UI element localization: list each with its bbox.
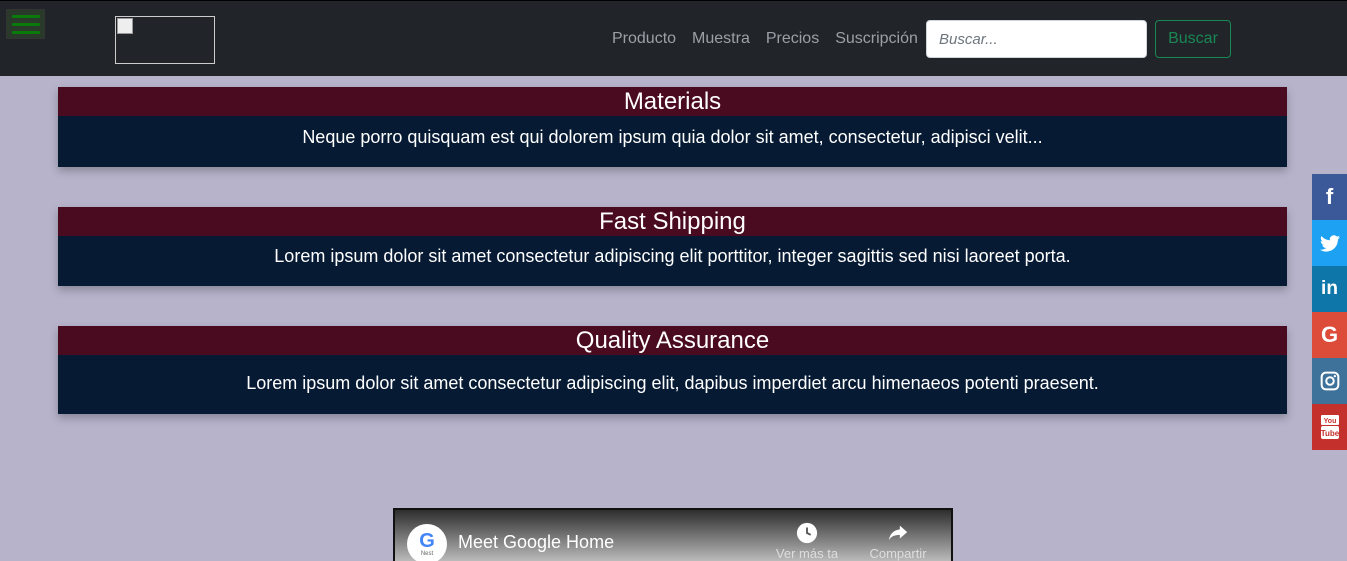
search-input[interactable]: [926, 20, 1147, 58]
feature-card-quality-assurance: Quality Assurance Lorem ipsum dolor sit …: [58, 326, 1287, 414]
nav-links: Producto Muestra Precios Suscripción: [612, 29, 918, 49]
social-sidebar: f in G You Tube: [1312, 174, 1347, 450]
hamburger-menu-button[interactable]: [6, 9, 45, 39]
svg-text:Tube: Tube: [1320, 429, 1339, 438]
video-title[interactable]: Meet Google Home: [458, 532, 614, 553]
instagram-icon[interactable]: [1312, 358, 1347, 404]
facebook-icon[interactable]: f: [1312, 174, 1347, 220]
navbar: Producto Muestra Precios Suscripción Bus…: [0, 0, 1347, 76]
channel-avatar[interactable]: G Nest: [407, 524, 447, 561]
hamburger-icon-line: [11, 22, 40, 26]
share-icon: [888, 525, 908, 541]
feature-text: Neque porro quisquam est qui dolorem ips…: [302, 127, 1043, 147]
share-button[interactable]: Compartir: [863, 522, 933, 561]
video-embed[interactable]: G Nest Meet Google Home Ver más ta Compa…: [393, 508, 953, 561]
linkedin-icon[interactable]: in: [1312, 266, 1347, 312]
nav-link-suscripcion[interactable]: Suscripción: [835, 29, 918, 49]
feature-card-materials: Materials Neque porro quisquam est qui d…: [58, 87, 1287, 167]
hamburger-icon: [11, 14, 40, 18]
feature-title: Quality Assurance: [58, 326, 1287, 355]
svg-text:You: You: [1323, 418, 1336, 425]
watch-later-button[interactable]: Ver más ta: [772, 522, 842, 561]
watch-later-label: Ver más ta: [775, 546, 839, 561]
search-button[interactable]: Buscar: [1155, 20, 1231, 58]
nav-link-producto[interactable]: Producto: [612, 29, 676, 49]
logo-image[interactable]: [115, 16, 215, 64]
twitter-icon[interactable]: [1312, 220, 1347, 266]
feature-title: Fast Shipping: [58, 207, 1287, 236]
share-label: Compartir: [869, 546, 927, 561]
broken-image-icon: [117, 18, 133, 34]
clock-icon: [796, 522, 818, 544]
hamburger-icon-line: [11, 30, 40, 34]
google-logo-icon: G: [419, 529, 435, 552]
youtube-icon[interactable]: You Tube: [1312, 404, 1347, 450]
feature-card-fast-shipping: Fast Shipping Lorem ipsum dolor sit amet…: [58, 207, 1287, 286]
feature-text: Lorem ipsum dolor sit amet consectetur a…: [274, 246, 1071, 266]
nav-link-precios[interactable]: Precios: [766, 29, 819, 49]
channel-sub-label: Nest: [420, 550, 434, 557]
nav-link-muestra[interactable]: Muestra: [692, 29, 750, 49]
feature-text: Lorem ipsum dolor sit amet consectetur a…: [246, 373, 1099, 393]
google-icon[interactable]: G: [1312, 312, 1347, 358]
feature-title: Materials: [58, 87, 1287, 116]
